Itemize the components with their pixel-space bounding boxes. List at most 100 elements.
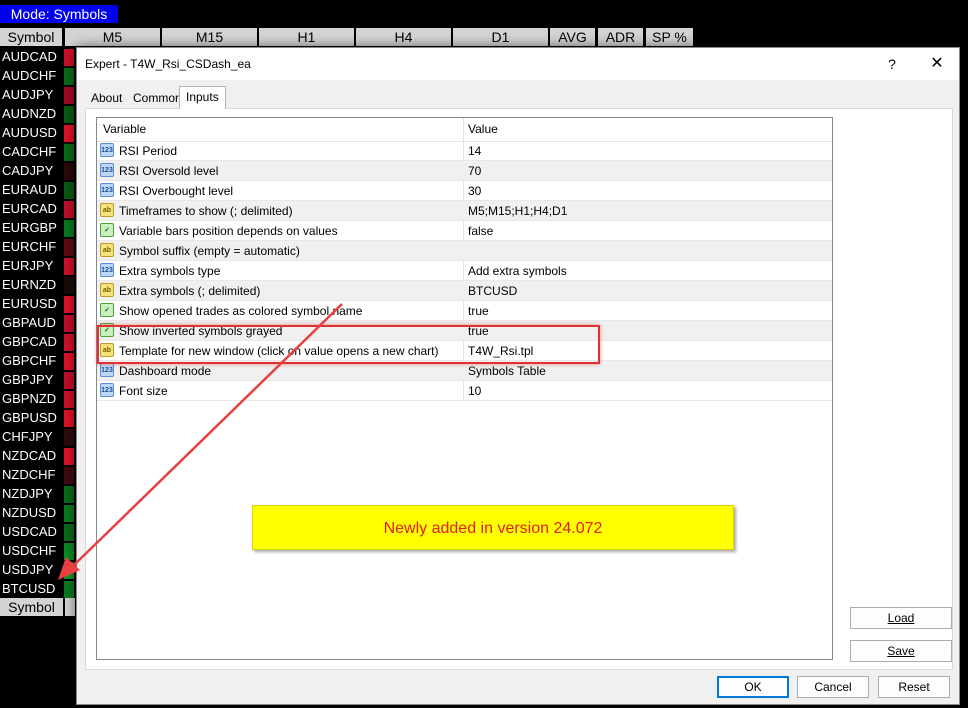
variable-name: Timeframes to show (; delimited) <box>119 204 293 218</box>
value-cell <box>64 296 74 313</box>
variable-value[interactable]: Add extra symbols <box>468 261 567 281</box>
load-button[interactable]: Load <box>850 607 952 629</box>
symbol-audchf[interactable]: AUDCHF <box>0 67 62 85</box>
value-cell <box>64 486 74 503</box>
value-cell <box>64 391 74 408</box>
value-cell <box>64 543 74 560</box>
variable-name: RSI Period <box>119 144 178 158</box>
footer-cell <box>65 598 75 616</box>
input-row[interactable]: ✓ Show opened trades as colored symbol na… <box>97 301 832 321</box>
input-row[interactable]: ab Extra symbols (; delimited) BTCUSD <box>97 281 832 301</box>
symbol-audusd[interactable]: AUDUSD <box>0 124 62 142</box>
variable-name: Extra symbols (; delimited) <box>119 284 261 298</box>
value-cell <box>64 125 74 142</box>
symbol-gbpaud[interactable]: GBPAUD <box>0 314 62 332</box>
value-cell <box>64 182 74 199</box>
input-row[interactable]: 123 RSI Overbought level 30 <box>97 181 832 201</box>
symbol-eurnzd[interactable]: EURNZD <box>0 276 62 294</box>
symbol-audjpy[interactable]: AUDJPY <box>0 86 62 104</box>
inputs-grid: Variable Value 123 RSI Period 14 123 RSI Ove… <box>96 117 833 660</box>
symbol-nzdchf[interactable]: NZDCHF <box>0 466 62 484</box>
value-cell <box>64 106 74 123</box>
symbol-nzdcad[interactable]: NZDCAD <box>0 447 62 465</box>
symbol-gbpnzd[interactable]: GBPNZD <box>0 390 62 408</box>
ok-button[interactable]: OK <box>717 676 789 698</box>
number-type-icon: 123 <box>100 183 114 197</box>
variable-name: Font size <box>119 384 168 398</box>
mode-button[interactable]: Mode: Symbols <box>0 5 118 23</box>
symbol-usdchf[interactable]: USDCHF <box>0 542 62 560</box>
column-header-value[interactable]: Value <box>468 118 498 141</box>
header-d1[interactable]: D1 <box>453 28 549 46</box>
value-cell <box>64 410 74 427</box>
value-cell <box>64 163 74 180</box>
symbol-eurchf[interactable]: EURCHF <box>0 238 62 256</box>
value-cell <box>64 448 74 465</box>
header-m15[interactable]: M15 <box>162 28 258 46</box>
value-cell <box>64 87 74 104</box>
save-button[interactable]: Save <box>850 640 952 662</box>
symbol-usdjpy[interactable]: USDJPY <box>0 561 62 579</box>
symbol-chfjpy[interactable]: CHFJPY <box>0 428 62 446</box>
input-row[interactable]: 123 RSI Oversold level 70 <box>97 161 832 181</box>
symbol-cadjpy[interactable]: CADJPY <box>0 162 62 180</box>
symbol-gbpcad[interactable]: GBPCAD <box>0 333 62 351</box>
symbol-gbpjpy[interactable]: GBPJPY <box>0 371 62 389</box>
symbol-nzdjpy[interactable]: NZDJPY <box>0 485 62 503</box>
value-cell <box>64 201 74 218</box>
header-sp[interactable]: SP % <box>646 28 694 46</box>
tab-inputs[interactable]: Inputs <box>179 86 226 109</box>
symbol-euraud[interactable]: EURAUD <box>0 181 62 199</box>
symbol-usdcad[interactable]: USDCAD <box>0 523 62 541</box>
symbol-gbpchf[interactable]: GBPCHF <box>0 352 62 370</box>
symbol-footer-button[interactable]: Symbol <box>0 598 63 616</box>
input-row[interactable]: 123 Dashboard mode Symbols Table <box>97 361 832 381</box>
variable-value[interactable]: false <box>468 221 493 241</box>
variable-name: Dashboard mode <box>119 364 212 378</box>
input-row[interactable]: 123 Font size 10 <box>97 381 832 401</box>
variable-value[interactable]: 14 <box>468 141 481 161</box>
symbol-cadchf[interactable]: CADCHF <box>0 143 62 161</box>
variable-value[interactable]: 70 <box>468 161 481 181</box>
symbol-eurjpy[interactable]: EURJPY <box>0 257 62 275</box>
cancel-button[interactable]: Cancel <box>797 676 869 698</box>
tab-about[interactable]: About <box>85 88 128 108</box>
variable-value[interactable]: BTCUSD <box>468 281 517 301</box>
value-cell <box>64 239 74 256</box>
number-type-icon: 123 <box>100 163 114 177</box>
close-icon[interactable]: ✕ <box>927 54 947 74</box>
value-cell <box>64 220 74 237</box>
header-symbol[interactable]: Symbol <box>0 28 63 46</box>
symbol-audcad[interactable]: AUDCAD <box>0 48 62 66</box>
symbol-gbpusd[interactable]: GBPUSD <box>0 409 62 427</box>
variable-value[interactable]: M5;M15;H1;H4;D1 <box>468 201 567 221</box>
header-avg[interactable]: AVG <box>550 28 596 46</box>
symbol-eurgbp[interactable]: EURGBP <box>0 219 62 237</box>
variable-value[interactable]: 10 <box>468 381 481 401</box>
column-header-variable[interactable]: Variable <box>103 118 146 141</box>
variable-value[interactable]: Symbols Table <box>468 361 546 381</box>
header-adr[interactable]: ADR <box>598 28 644 46</box>
input-row[interactable]: ✓ Variable bars position depends on value… <box>97 221 832 241</box>
symbol-btcusd[interactable]: BTCUSD <box>0 580 62 598</box>
header-h1[interactable]: H1 <box>259 28 355 46</box>
input-row[interactable]: 123 Extra symbols type Add extra symbols <box>97 261 832 281</box>
help-icon[interactable]: ? <box>883 54 901 74</box>
symbol-audnzd[interactable]: AUDNZD <box>0 105 62 123</box>
input-row[interactable]: ab Symbol suffix (empty = automatic) <box>97 241 832 261</box>
reset-button[interactable]: Reset <box>878 676 950 698</box>
symbol-eurusd[interactable]: EURUSD <box>0 295 62 313</box>
input-row[interactable]: ab Timeframes to show (; delimited) M5;M15… <box>97 201 832 221</box>
string-type-icon: ab <box>100 203 114 217</box>
number-type-icon: 123 <box>100 363 114 377</box>
variable-name: Symbol suffix (empty = automatic) <box>119 244 300 258</box>
header-h4[interactable]: H4 <box>356 28 452 46</box>
symbol-eurcad[interactable]: EURCAD <box>0 200 62 218</box>
variable-value[interactable]: true <box>468 301 489 321</box>
symbol-nzdusd[interactable]: NZDUSD <box>0 504 62 522</box>
input-row[interactable]: 123 RSI Period 14 <box>97 141 832 161</box>
variable-name: Extra symbols type <box>119 264 221 278</box>
number-type-icon: 123 <box>100 143 114 157</box>
variable-value[interactable]: 30 <box>468 181 481 201</box>
header-m5[interactable]: M5 <box>65 28 161 46</box>
